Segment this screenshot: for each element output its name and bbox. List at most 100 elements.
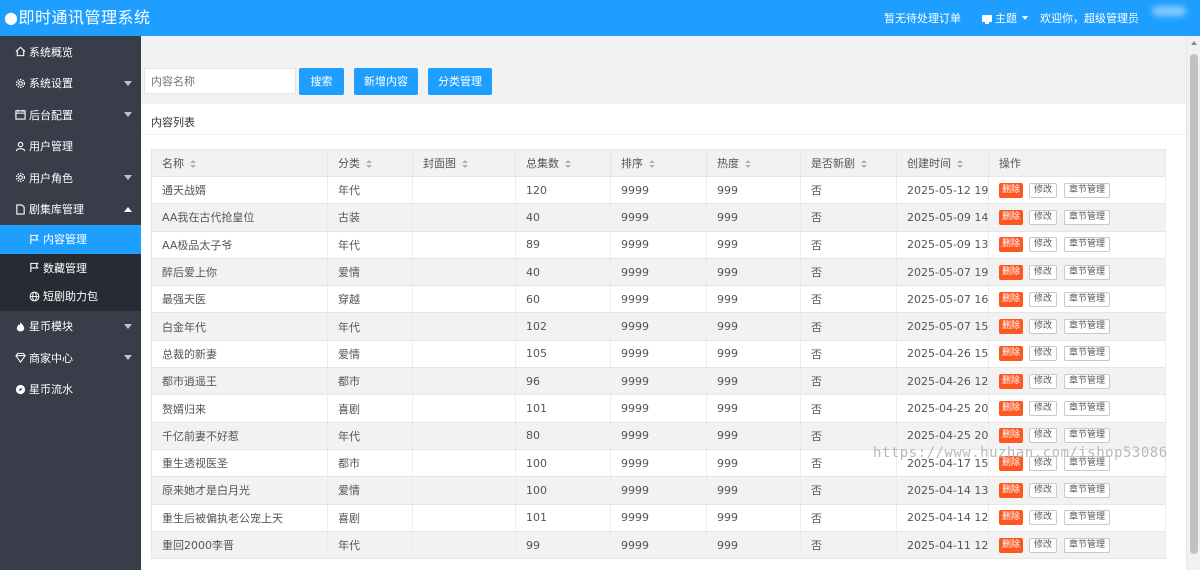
cell-actions: 删除 修改 章节管理 <box>988 231 1166 259</box>
chapter-management-button[interactable]: 章节管理 <box>1064 482 1111 498</box>
chapter-management-button[interactable]: 章节管理 <box>1064 428 1111 444</box>
main-content: 搜索 新增内容 分类管理 内容列表 名称 分类 封面图 总集数 排序 热度 是否… <box>141 36 1186 570</box>
cell-is-new: 否 <box>800 367 897 396</box>
column-header-name[interactable]: 名称 <box>151 149 328 177</box>
sidebar-item-merchant-center[interactable]: 商家中心 <box>0 342 141 374</box>
chapter-management-button[interactable]: 章节管理 <box>1064 237 1111 253</box>
edit-button[interactable]: 修改 <box>1029 482 1058 498</box>
delete-button[interactable]: 删除 <box>999 291 1024 307</box>
cell-created: 2025-04-25 20:46: <box>896 394 989 423</box>
column-header-heat[interactable]: 热度 <box>706 149 801 177</box>
sort-icon[interactable] <box>190 159 196 169</box>
edit-button[interactable]: 修改 <box>1029 428 1058 444</box>
scrollbar-thumb[interactable] <box>1190 54 1198 554</box>
pending-orders-link[interactable]: 暂无待处理订单 <box>884 10 961 26</box>
cell-created: 2025-05-12 19:31: <box>896 176 989 205</box>
chapter-management-button[interactable]: 章节管理 <box>1064 537 1111 553</box>
chapter-management-button[interactable]: 章节管理 <box>1064 510 1111 526</box>
chapter-management-button[interactable]: 章节管理 <box>1064 182 1111 198</box>
cell-created: 2025-05-07 16:00: <box>896 285 989 314</box>
chapter-management-button[interactable]: 章节管理 <box>1064 291 1111 307</box>
sort-icon[interactable] <box>565 159 571 169</box>
theme-menu[interactable]: 主题 <box>982 10 1028 26</box>
cell-category: 都市 <box>327 449 413 478</box>
welcome-user[interactable]: 欢迎你，超级管理员 <box>1040 10 1139 26</box>
content-name-search-input[interactable] <box>144 68 296 94</box>
cell-sort: 9999 <box>610 340 707 369</box>
sidebar-item-system-settings[interactable]: 系统设置 <box>0 68 141 100</box>
edit-button[interactable]: 修改 <box>1029 510 1058 526</box>
cell-cover <box>412 476 516 505</box>
column-header-cover[interactable]: 封面图 <box>412 149 516 177</box>
cell-category: 年代 <box>327 176 413 205</box>
category-management-button[interactable]: 分类管理 <box>428 68 492 95</box>
cell-is-new: 否 <box>800 176 897 205</box>
edit-button[interactable]: 修改 <box>1029 537 1058 553</box>
cell-is-new: 否 <box>800 340 897 369</box>
delete-button[interactable]: 删除 <box>999 346 1024 362</box>
sort-icon[interactable] <box>366 159 372 169</box>
chapter-management-button[interactable]: 章节管理 <box>1064 373 1111 389</box>
cell-heat: 999 <box>706 394 801 423</box>
cell-name: 重回2000李晋 <box>151 531 328 560</box>
delete-button[interactable]: 删除 <box>999 428 1024 444</box>
column-header-category[interactable]: 分类 <box>327 149 413 177</box>
delete-button[interactable]: 删除 <box>999 319 1024 335</box>
delete-button[interactable]: 删除 <box>999 264 1024 280</box>
chapter-management-button[interactable]: 章节管理 <box>1064 346 1111 362</box>
delete-button[interactable]: 删除 <box>999 209 1024 225</box>
column-header-sort[interactable]: 排序 <box>610 149 707 177</box>
chapter-management-button[interactable]: 章节管理 <box>1064 401 1111 417</box>
edit-button[interactable]: 修改 <box>1029 209 1058 225</box>
cell-actions: 删除 修改 章节管理 <box>988 340 1166 369</box>
delete-button[interactable]: 删除 <box>999 237 1024 253</box>
sidebar-subitem-collectibles[interactable]: 数藏管理 <box>0 254 141 283</box>
vertical-scrollbar[interactable] <box>1186 36 1200 570</box>
sort-icon[interactable] <box>462 159 468 169</box>
cell-sort: 9999 <box>610 203 707 232</box>
chapter-management-button[interactable]: 章节管理 <box>1064 319 1111 335</box>
sort-icon[interactable] <box>957 159 963 169</box>
watermark-text: https://www.huzhan.com/ishop53086 <box>873 445 1168 461</box>
delete-button[interactable]: 删除 <box>999 401 1024 417</box>
edit-button[interactable]: 修改 <box>1029 373 1058 389</box>
edit-button[interactable]: 修改 <box>1029 237 1058 253</box>
cell-sort: 9999 <box>610 285 707 314</box>
delete-button[interactable]: 删除 <box>999 373 1024 389</box>
chapter-management-button[interactable]: 章节管理 <box>1064 264 1111 280</box>
edit-button[interactable]: 修改 <box>1029 264 1058 280</box>
delete-button[interactable]: 删除 <box>999 182 1024 198</box>
edit-button[interactable]: 修改 <box>1029 346 1058 362</box>
column-header-episodes[interactable]: 总集数 <box>515 149 611 177</box>
sidebar-item-overview[interactable]: 系统概览 <box>0 36 141 68</box>
cell-name: 重生后被偏执老公宠上天 <box>151 504 328 532</box>
flag-icon <box>28 233 40 245</box>
delete-button[interactable]: 删除 <box>999 537 1024 553</box>
column-header-is-new[interactable]: 是否新剧 <box>800 149 897 177</box>
sidebar-item-drama-library[interactable]: 剧集库管理 <box>0 193 141 225</box>
chapter-management-button[interactable]: 章节管理 <box>1064 209 1111 225</box>
edit-button[interactable]: 修改 <box>1029 401 1058 417</box>
sidebar-item-coin-flow[interactable]: 星币流水 <box>0 374 141 406</box>
sort-icon[interactable] <box>861 159 867 169</box>
sidebar-item-backend-config[interactable]: 后台配置 <box>0 99 141 131</box>
sort-icon[interactable] <box>649 159 655 169</box>
cell-is-new: 否 <box>800 476 897 505</box>
add-content-button[interactable]: 新增内容 <box>354 68 418 95</box>
edit-button[interactable]: 修改 <box>1029 291 1058 307</box>
sidebar-item-users[interactable]: 用户管理 <box>0 131 141 163</box>
sidebar-subitem-boost-pack[interactable]: 短剧助力包 <box>0 282 141 311</box>
search-button[interactable]: 搜索 <box>299 68 344 95</box>
sidebar-subitem-content[interactable]: 内容管理 <box>0 225 141 254</box>
cell-category: 爱情 <box>327 340 413 369</box>
edit-button[interactable]: 修改 <box>1029 319 1058 335</box>
delete-button[interactable]: 删除 <box>999 510 1024 526</box>
delete-button[interactable]: 删除 <box>999 482 1024 498</box>
sidebar-item-star-coin[interactable]: 星币模块 <box>0 311 141 343</box>
sort-icon[interactable] <box>745 159 751 169</box>
edit-button[interactable]: 修改 <box>1029 182 1058 198</box>
cell-sort: 9999 <box>610 449 707 478</box>
sidebar-item-user-roles[interactable]: 用户角色 <box>0 162 141 194</box>
scroll-up-icon[interactable] <box>1191 41 1197 45</box>
column-header-created[interactable]: 创建时间 <box>896 149 989 177</box>
